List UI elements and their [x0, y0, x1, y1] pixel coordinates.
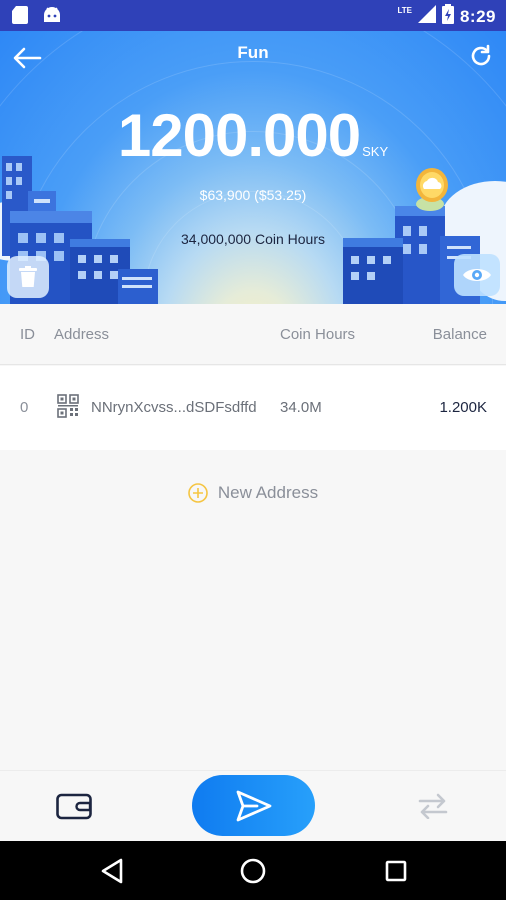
eye-icon: [463, 269, 491, 281]
clock: 8:29: [459, 6, 496, 26]
balance: 1200.000 SKY: [0, 101, 506, 170]
fiat-value: $63,900 ($53.25): [199, 187, 307, 203]
column-balance: Balance: [432, 326, 487, 343]
wallet-icon: [56, 793, 92, 820]
address-row[interactable]: 0 NNrynXcvss...dSDFsdffd 34.0M 1.200K: [0, 366, 506, 450]
network-type: LTE: [397, 6, 412, 15]
transfer-button[interactable]: [412, 789, 454, 823]
android-icon: [42, 6, 62, 29]
status-left-icons: [12, 6, 62, 29]
plus-circle-icon: [188, 483, 208, 503]
status-bar: LTE 8:29: [0, 0, 506, 31]
refresh-icon: [471, 44, 491, 66]
wallet-button[interactable]: [53, 789, 95, 823]
system-nav-bar: [0, 841, 506, 900]
wallet-header: Fun 1200.000 SKY $63,900 ($53.25) 34,000,…: [0, 31, 506, 304]
delete-wallet-button[interactable]: [7, 256, 49, 298]
new-address-label: New Address: [217, 483, 319, 502]
send-icon: [236, 790, 271, 821]
balance-unit: SKY: [362, 144, 389, 159]
row-id: 0: [20, 399, 29, 416]
column-id: ID: [20, 326, 35, 343]
nav-back-icon: [101, 858, 123, 884]
address-table-header: ID Address Coin Hours Balance: [0, 304, 506, 365]
show-hide-balance-button[interactable]: [454, 254, 500, 296]
qr-code-icon[interactable]: [57, 394, 79, 422]
new-address-button[interactable]: New Address: [0, 483, 506, 503]
coin-hours-total: 34,000,000 Coin Hours: [181, 231, 325, 247]
status-right: LTE 8:29: [397, 4, 496, 29]
nav-recents-button[interactable]: [379, 855, 413, 887]
signal-icon: [417, 5, 436, 28]
column-coin-hours: Coin Hours: [280, 326, 356, 343]
transfer-icon: [418, 793, 448, 819]
nav-recents-icon: [385, 860, 407, 882]
bottom-action-bar: [0, 770, 506, 841]
battery-charging-icon: [441, 4, 454, 29]
column-address: Address: [54, 326, 110, 343]
nav-back-button[interactable]: [95, 855, 129, 887]
refresh-button[interactable]: [466, 41, 496, 71]
nav-home-button[interactable]: [236, 855, 270, 887]
send-button[interactable]: [192, 775, 315, 836]
row-coin-hours: 34.0M: [280, 399, 322, 416]
row-address: NNrynXcvss...dSDFsdffd: [91, 399, 257, 416]
trash-icon: [19, 266, 37, 287]
balance-amount: 1200.000: [117, 102, 361, 169]
wallet-title: Fun: [237, 43, 269, 62]
row-balance: 1.200K: [439, 399, 487, 416]
nav-home-icon: [240, 858, 266, 884]
sd-card-icon: [12, 6, 28, 29]
